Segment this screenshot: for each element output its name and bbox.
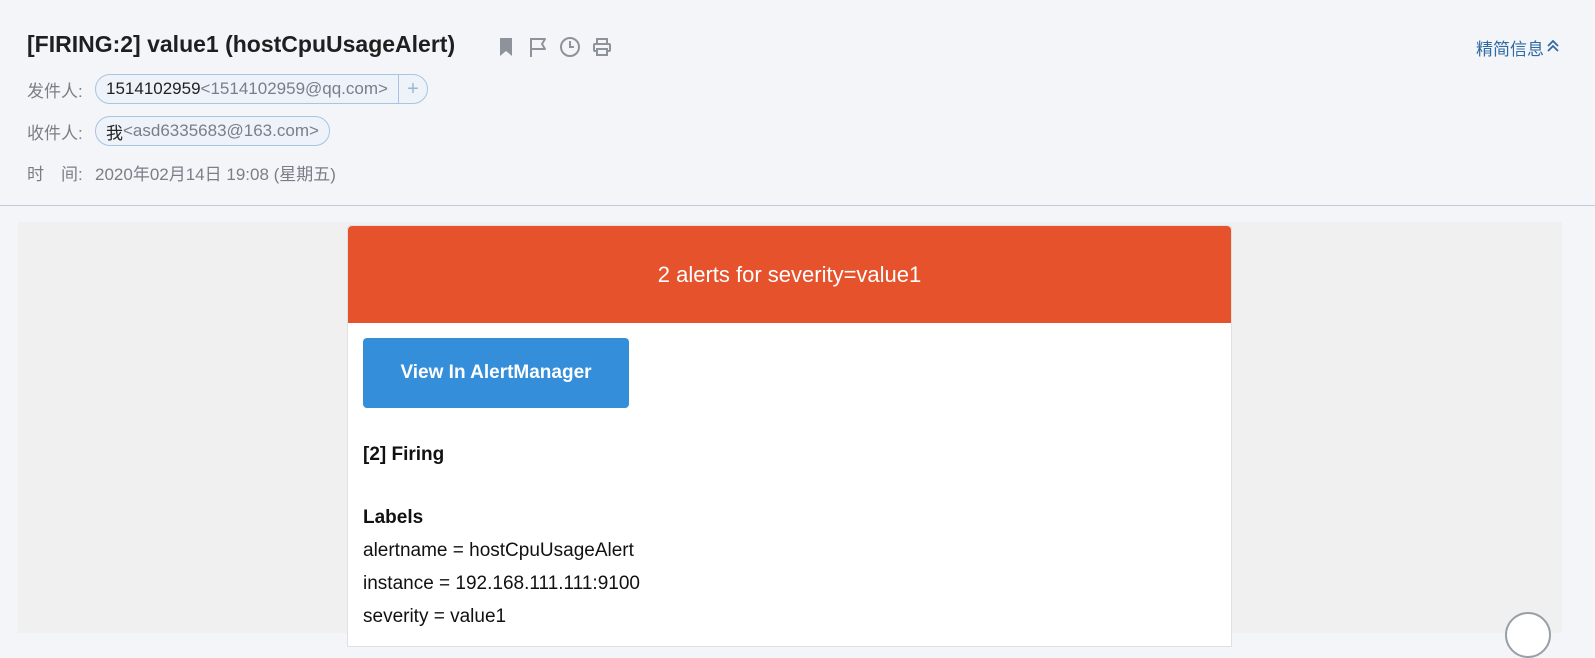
sender-address: <1514102959@qq.com> xyxy=(200,79,388,98)
scroll-to-top-button[interactable] xyxy=(1505,612,1551,658)
alert-card: 2 alerts for severity=value1 View In Ale… xyxy=(347,225,1232,647)
subject-actions xyxy=(494,35,614,59)
add-contact-button[interactable]: + xyxy=(399,75,427,103)
sender-label: 发件人: xyxy=(27,81,83,101)
firing-title: [2] Firing xyxy=(363,444,445,465)
flag-icon[interactable] xyxy=(526,35,550,59)
label-alertname: alertname = hostCpuUsageAlert xyxy=(363,540,634,561)
clock-icon[interactable] xyxy=(558,35,582,59)
labels-title: Labels xyxy=(363,507,424,528)
mail-subject: [FIRING:2] value1 (hostCpuUsageAlert) xyxy=(27,31,456,57)
sender-chip[interactable]: 1514102959 <1514102959@qq.com> + xyxy=(95,74,428,104)
recipient-address: <asd6335683@163.com> xyxy=(123,121,319,140)
concise-info-label: 精简信息 xyxy=(1476,40,1544,59)
recipient-label: 收件人: xyxy=(27,123,83,143)
recipient-name: 我 xyxy=(106,123,123,143)
label-instance: instance = 192.168.111.111:9100 xyxy=(363,573,640,594)
print-icon[interactable] xyxy=(590,35,614,59)
label-severity: severity = value1 xyxy=(363,606,507,627)
recipient-chip[interactable]: 我 <asd6335683@163.com> xyxy=(95,116,330,146)
concise-info-toggle[interactable]: 精简信息 xyxy=(1476,35,1560,60)
sender-contact[interactable]: 1514102959 <1514102959@qq.com> xyxy=(96,75,399,103)
sender-name: 1514102959 xyxy=(106,79,201,98)
sender-row: 发件人: 1514102959 <1514102959@qq.com> + xyxy=(27,74,428,104)
alert-header: 2 alerts for severity=value1 xyxy=(348,226,1231,323)
time-value: 2020年02月14日 19:08 (星期五) xyxy=(95,165,336,184)
mail-header: [FIRING:2] value1 (hostCpuUsageAlert) 精简… xyxy=(0,0,1595,206)
time-label: 时 间: xyxy=(27,165,83,184)
view-in-alertmanager-button[interactable]: View In AlertManager xyxy=(363,338,629,408)
bookmark-icon[interactable] xyxy=(494,35,518,59)
time-row: 时 间: 2020年02月14日 19:08 (星期五) xyxy=(27,160,336,185)
chevron-up-icon xyxy=(1546,38,1560,58)
recipient-row: 收件人: 我 <asd6335683@163.com> xyxy=(27,116,330,146)
